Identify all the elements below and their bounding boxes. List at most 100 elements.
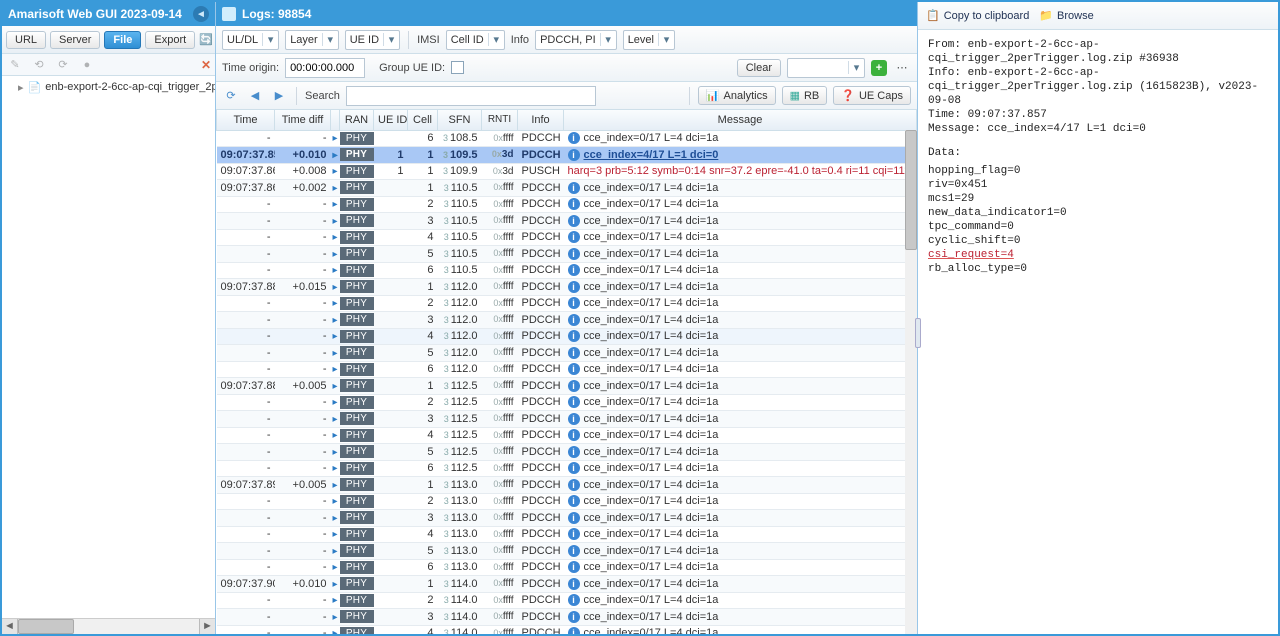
scroll-thumb[interactable] [18, 619, 74, 634]
info-icon: i [568, 462, 580, 474]
table-row[interactable]: --▸PHY23113.00xffffPDCCHicce_index=0/17 … [217, 493, 917, 510]
left-tool-icon-3[interactable]: ⟳ [54, 56, 72, 74]
direction-icon: ▸ [332, 332, 337, 342]
message-text[interactable]: cce_index=4/17 L=1 dci=0 [584, 149, 719, 161]
ran-badge: PHY [340, 231, 374, 244]
direction-icon: ▸ [332, 547, 337, 557]
table-row[interactable]: --▸PHY43112.00xffffPDCCHicce_index=0/17 … [217, 328, 917, 345]
left-tool-icon-4[interactable]: ● [78, 56, 96, 74]
col-header[interactable]: SFN [438, 110, 482, 130]
uldl-combo[interactable]: UL/DL▾ [222, 30, 279, 50]
analytics-button[interactable]: 📊Analytics [698, 86, 776, 105]
table-row[interactable]: --▸PHY23114.00xffffPDCCHicce_index=0/17 … [217, 592, 917, 609]
nav-refresh-icon[interactable]: ⟳ [222, 87, 240, 105]
level-combo[interactable]: Level▾ [623, 30, 675, 50]
left-hscrollbar[interactable]: ◄ ► [2, 618, 215, 634]
nav-forward-icon[interactable]: ▶ [270, 87, 288, 105]
refresh-icon[interactable]: 🔄 [199, 31, 213, 49]
server-button[interactable]: Server [50, 31, 100, 49]
col-header[interactable]: Cell [408, 110, 438, 130]
table-row[interactable]: 09:07:37.902+0.010▸PHY13114.00xffffPDCCH… [217, 576, 917, 593]
table-row[interactable]: 09:07:37.887+0.005▸PHY13112.50xffffPDCCH… [217, 378, 917, 395]
table-row[interactable]: --▸PHY63108.50xffffPDCCHicce_index=0/17 … [217, 130, 917, 147]
left-tool-icon-1[interactable]: ✎ [6, 56, 24, 74]
info-icon: i [568, 380, 580, 392]
table-row[interactable]: 09:07:37.882+0.015▸PHY13112.00xffffPDCCH… [217, 279, 917, 296]
table-row[interactable]: --▸PHY23112.00xffffPDCCHicce_index=0/17 … [217, 295, 917, 312]
table-row[interactable]: --▸PHY23112.50xffffPDCCHicce_index=0/17 … [217, 394, 917, 411]
table-row[interactable]: --▸PHY63112.00xffffPDCCHicce_index=0/17 … [217, 361, 917, 378]
table-row[interactable]: --▸PHY33110.50xffffPDCCHicce_index=0/17 … [217, 213, 917, 230]
table-row[interactable]: 09:07:37.865+0.008▸PHY113109.90x3dPUSCHh… [217, 163, 917, 180]
groupue-checkbox[interactable] [451, 61, 464, 74]
table-row[interactable]: --▸PHY33114.00xffffPDCCHicce_index=0/17 … [217, 609, 917, 626]
close-icon[interactable]: ✕ [201, 58, 211, 72]
table-row[interactable]: --▸PHY43113.00xffffPDCCHicce_index=0/17 … [217, 526, 917, 543]
table-row[interactable]: --▸PHY63113.00xffffPDCCHicce_index=0/17 … [217, 559, 917, 576]
table-row[interactable]: --▸PHY63110.50xffffPDCCHicce_index=0/17 … [217, 262, 917, 279]
info-icon: i [568, 495, 580, 507]
table-row[interactable]: 09:07:37.857+0.010▸PHY113109.50x3dPDCCHi… [217, 147, 917, 164]
message-text: cce_index=0/17 L=4 dci=1a [584, 198, 719, 210]
table-row[interactable]: --▸PHY33112.00xffffPDCCHicce_index=0/17 … [217, 312, 917, 329]
timeorigin-input[interactable] [285, 58, 365, 78]
scroll-left-arrow-icon[interactable]: ◄ [2, 619, 18, 634]
left-tool-icon-2[interactable]: ⟲ [30, 56, 48, 74]
direction-icon: ▸ [332, 398, 337, 408]
scroll-thumb[interactable] [905, 130, 917, 250]
ran-badge: PHY [340, 528, 374, 541]
col-header[interactable]: Info [518, 110, 564, 130]
table-row[interactable]: --▸PHY53112.50xffffPDCCHicce_index=0/17 … [217, 444, 917, 461]
nav-back-icon[interactable]: ◀ [246, 87, 264, 105]
splitter-handle[interactable] [915, 318, 921, 348]
table-row[interactable]: --▸PHY33113.00xffffPDCCHicce_index=0/17 … [217, 510, 917, 527]
scroll-right-arrow-icon[interactable]: ► [199, 619, 215, 634]
copy-clipboard-button[interactable]: 📋Copy to clipboard [926, 9, 1029, 22]
layer-combo[interactable]: Layer▾ [285, 30, 339, 50]
export-button[interactable]: Export [145, 31, 195, 49]
table-row[interactable]: --▸PHY63112.50xffffPDCCHicce_index=0/17 … [217, 460, 917, 477]
info-combo[interactable]: PDCCH, PI▾ [535, 30, 617, 50]
direction-icon: ▸ [332, 134, 337, 144]
browse-button[interactable]: 📁Browse [1039, 9, 1093, 22]
table-row[interactable]: 09:07:37.867+0.002▸PHY13110.50xffffPDCCH… [217, 180, 917, 197]
clear-button[interactable]: Clear [737, 59, 781, 77]
table-row[interactable]: --▸PHY53110.50xffffPDCCHicce_index=0/17 … [217, 246, 917, 263]
col-header[interactable]: Time diff [275, 110, 331, 130]
col-header[interactable]: UE ID [374, 110, 408, 130]
table-row[interactable]: 09:07:37.892+0.005▸PHY13113.00xffffPDCCH… [217, 477, 917, 494]
table-row[interactable]: --▸PHY43110.50xffffPDCCHicce_index=0/17 … [217, 229, 917, 246]
table-row[interactable]: --▸PHY43114.00xffffPDCCHicce_index=0/17 … [217, 625, 917, 634]
table-row[interactable]: --▸PHY23110.50xffffPDCCHicce_index=0/17 … [217, 196, 917, 213]
log-grid[interactable]: TimeTime diff RANUE IDCellSFNRNTIInfoMess… [216, 110, 917, 634]
col-header[interactable] [331, 110, 340, 130]
table-row[interactable]: --▸PHY43112.50xffffPDCCHicce_index=0/17 … [217, 427, 917, 444]
ran-badge: PHY [340, 313, 374, 326]
col-header[interactable]: Time [217, 110, 275, 130]
search-input[interactable] [346, 86, 596, 106]
table-row[interactable]: --▸PHY33112.50xffffPDCCHicce_index=0/17 … [217, 411, 917, 428]
collapse-left-icon[interactable]: ◄ [193, 6, 209, 22]
data-heading: Data: [928, 146, 1268, 160]
table-row[interactable]: --▸PHY53112.00xffffPDCCHicce_index=0/17 … [217, 345, 917, 362]
direction-icon: ▸ [332, 629, 337, 634]
uecaps-button[interactable]: ❓UE Caps [833, 86, 911, 105]
rb-button[interactable]: ▦RB [782, 86, 828, 105]
filter-save-combo[interactable]: ▾ [787, 58, 865, 78]
col-header[interactable]: Message [564, 110, 917, 130]
info-icon: i [568, 545, 580, 557]
message-value: cce_index=4/17 L=1 dci=0 [987, 123, 1145, 135]
col-header[interactable]: RAN [340, 110, 374, 130]
tree-item-log[interactable]: ▸ 📄 enb-export-2-6cc-ap-cqi_trigger_2per… [2, 78, 215, 96]
col-header[interactable]: RNTI [482, 110, 518, 130]
filter-more-icon[interactable]: ⋯ [893, 59, 911, 77]
cellid-combo[interactable]: Cell ID▾ [446, 30, 505, 50]
data-line: riv=0x451 [928, 178, 1268, 192]
ueid-combo[interactable]: UE ID▾ [345, 30, 400, 50]
add-filter-icon[interactable]: + [871, 60, 887, 76]
grid-vscrollbar[interactable] [905, 130, 917, 634]
table-row[interactable]: --▸PHY53113.00xffffPDCCHicce_index=0/17 … [217, 543, 917, 560]
file-button[interactable]: File [104, 31, 141, 49]
url-button[interactable]: URL [6, 31, 46, 49]
message-text: cce_index=0/17 L=4 dci=1a [584, 462, 719, 474]
